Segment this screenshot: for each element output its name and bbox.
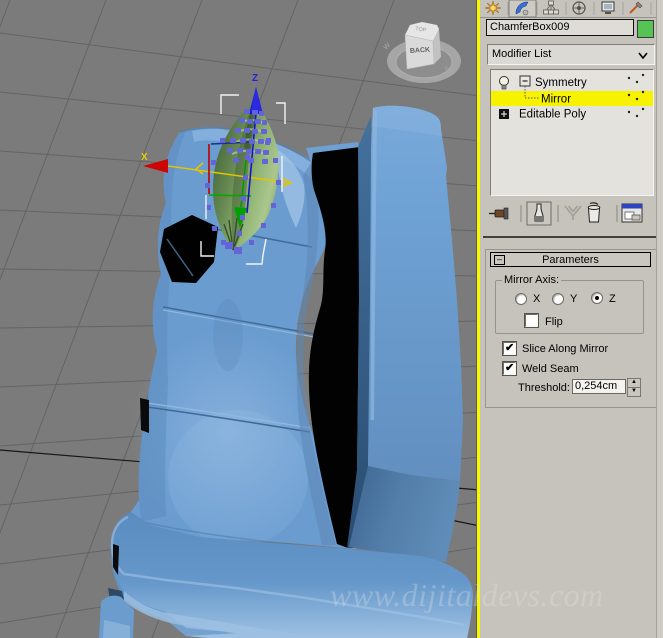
svg-text:Mirror: Mirror: [541, 94, 571, 106]
svg-text:BACK: BACK: [410, 47, 431, 55]
svg-text:Editable Poly: Editable Poly: [519, 109, 586, 121]
svg-text:Symmetry: Symmetry: [535, 77, 587, 89]
svg-text:X: X: [141, 152, 148, 163]
svg-text:Z: Z: [252, 73, 258, 84]
svg-text:N: N: [410, 76, 416, 84]
